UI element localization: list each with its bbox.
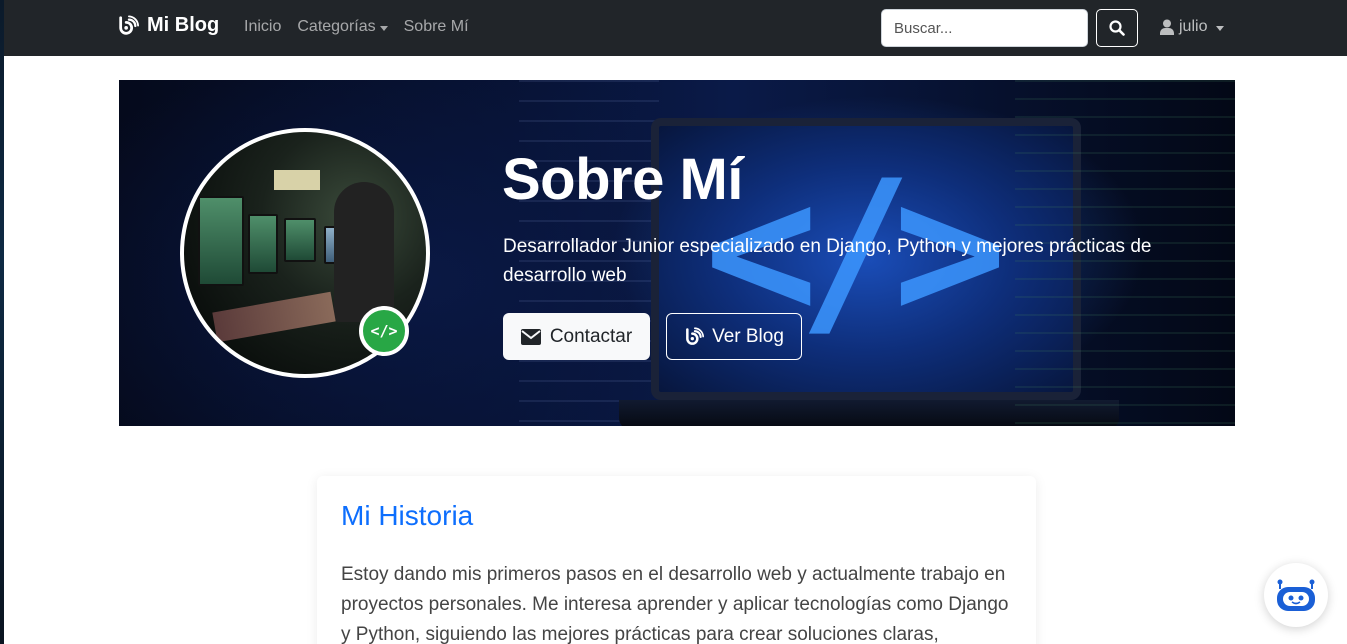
- avatar-monitor: [248, 214, 278, 274]
- user-menu[interactable]: julio: [1160, 18, 1225, 36]
- blog-icon: [119, 14, 139, 35]
- nav-links: Inicio Categorías Sobre Mí: [244, 18, 469, 36]
- section-text: Estoy dando mis primeros pasos en el des…: [341, 564, 1009, 644]
- nav-link-categorias-label: Categorías: [297, 18, 376, 35]
- history-card: Mi Historia Estoy dando mis primeros pas…: [317, 476, 1036, 644]
- search-input[interactable]: [881, 9, 1088, 47]
- code-badge-icon: </>: [359, 306, 409, 356]
- nav-link-sobre-mi[interactable]: Sobre Mí: [404, 18, 469, 36]
- search-button[interactable]: [1096, 9, 1138, 47]
- view-blog-button[interactable]: Ver Blog: [666, 313, 802, 360]
- contact-button-label: Contactar: [549, 325, 633, 347]
- avatar-desk: [212, 291, 336, 343]
- contact-button[interactable]: Contactar: [503, 313, 650, 360]
- window-edge: [0, 0, 4, 644]
- brand-link[interactable]: Mi Blog: [117, 14, 219, 37]
- avatar-lamp: [274, 170, 320, 190]
- brand-name: Mi Blog: [147, 14, 220, 36]
- user-icon: [1160, 19, 1174, 35]
- avatar-monitor: [284, 218, 316, 262]
- view-blog-button-label: Ver Blog: [712, 325, 784, 347]
- user-name: julio: [1179, 18, 1208, 35]
- avatar-monitor: [198, 196, 244, 286]
- nav-link-categorias[interactable]: Categorías: [297, 18, 388, 36]
- hero-banner: </> </> Sobre Mí Desarrollador Junior es…: [119, 80, 1235, 426]
- nav-link-inicio[interactable]: Inicio: [244, 18, 281, 36]
- avatar-person: [334, 182, 394, 322]
- navbar: Mi Blog Inicio Categorías Sobre Mí julio: [4, 0, 1347, 56]
- search-icon: [1109, 20, 1125, 36]
- hero-subtitle: Desarrollador Junior especializado en Dj…: [503, 236, 1152, 286]
- page-title: Sobre Mí: [502, 147, 743, 212]
- caret-down-icon: [379, 25, 388, 31]
- robot-icon: [1277, 579, 1315, 611]
- blog-icon: [686, 326, 705, 345]
- caret-down-icon: [1216, 25, 1225, 31]
- section-title: Mi Historia: [341, 500, 474, 531]
- envelope-icon: [520, 328, 541, 345]
- chatbot-button[interactable]: [1264, 563, 1328, 627]
